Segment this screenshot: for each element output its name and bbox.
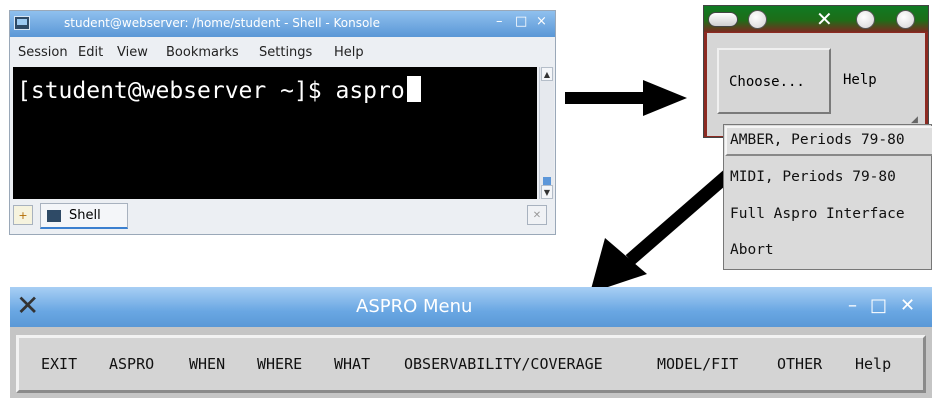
menu-settings[interactable]: Settings	[259, 45, 312, 60]
help-button[interactable]: Help	[835, 48, 915, 114]
aspro-titlebar[interactable]: ✕ ASPRO Menu – □ ✕	[10, 287, 932, 327]
konsole-menubar: Session Edit View Bookmarks Settings Hel…	[10, 38, 555, 66]
terminal-icon	[14, 16, 30, 30]
terminal-area[interactable]: [student@webserver ~]$ aspro	[13, 67, 537, 199]
dropdown-item-abort[interactable]: Abort	[730, 242, 774, 258]
dropdown-item-amber[interactable]: AMBER, Periods 79-80	[730, 132, 905, 148]
aspro-title: ASPRO Menu	[356, 296, 473, 317]
window-menu-icon[interactable]	[708, 12, 738, 27]
aspro-menubar: EXIT ASPRO WHEN WHERE WHAT OBSERVABILITY…	[16, 335, 926, 393]
menu-view[interactable]: View	[117, 45, 148, 60]
menu-observability-coverage[interactable]: OBSERVABILITY/COVERAGE	[404, 355, 603, 373]
new-tab-icon[interactable]: +	[13, 205, 33, 225]
maximize-icon[interactable]: □	[870, 295, 887, 316]
minimize-icon[interactable]: –	[496, 14, 503, 29]
shade-icon[interactable]	[748, 10, 767, 29]
konsole-tabbar: + Shell ✕	[10, 201, 555, 234]
konsole-window: student@webserver: /home/student - Shell…	[9, 10, 556, 235]
menu-where[interactable]: WHERE	[257, 355, 302, 373]
menu-session[interactable]: Session	[18, 45, 68, 60]
shell-prompt: [student@webserver ~]$ aspro	[17, 78, 405, 104]
menu-when[interactable]: WHEN	[189, 355, 225, 373]
minimize-icon[interactable]	[856, 10, 875, 29]
menu-edit[interactable]: Edit	[78, 45, 103, 60]
aspro-menu-window: ✕ ASPRO Menu – □ ✕ EXIT ASPRO WHEN WHERE…	[10, 287, 932, 398]
menu-help[interactable]: Help	[855, 355, 891, 373]
close-icon[interactable]: ✕	[816, 9, 833, 29]
menu-aspro[interactable]: ASPRO	[109, 355, 154, 373]
menu-exit[interactable]: EXIT	[41, 355, 77, 373]
minimize-icon[interactable]: –	[848, 295, 857, 316]
terminal-icon	[47, 210, 61, 222]
scroll-down-icon[interactable]: ▼	[541, 185, 553, 199]
menu-bookmarks[interactable]: Bookmarks	[166, 45, 239, 60]
choose-button[interactable]: Choose...	[717, 48, 831, 114]
arrow-right-icon	[565, 80, 687, 116]
choose-dropdown-menu: AMBER, Periods 79-80 MIDI, Periods 79-80…	[723, 124, 932, 270]
menu-other[interactable]: OTHER	[777, 355, 822, 373]
close-tab-icon[interactable]: ✕	[527, 205, 547, 225]
help-label: Help	[843, 72, 877, 88]
aspro-chooser-window: ✕ Choose... Help ◢	[703, 5, 929, 138]
menu-model-fit[interactable]: MODEL/FIT	[657, 355, 738, 373]
maximize-icon[interactable]	[896, 10, 915, 29]
dropdown-item-full-interface[interactable]: Full Aspro Interface	[730, 206, 905, 222]
scrollbar-thumb[interactable]	[543, 177, 551, 185]
maximize-icon[interactable]: □	[515, 14, 527, 29]
close-icon[interactable]: ×	[536, 14, 547, 29]
dropdown-item-midi[interactable]: MIDI, Periods 79-80	[730, 169, 896, 185]
konsole-titlebar[interactable]: student@webserver: /home/student - Shell…	[10, 11, 555, 37]
chooser-body: Choose... Help ◢	[707, 33, 925, 136]
menu-what[interactable]: WHAT	[334, 355, 370, 373]
konsole-title: student@webserver: /home/student - Shell…	[64, 16, 381, 30]
choose-label: Choose...	[729, 74, 805, 90]
terminal-scrollbar[interactable]: ▲ ▼	[539, 67, 554, 199]
close-icon[interactable]: ✕	[900, 295, 915, 316]
x-logo-icon: ✕	[16, 289, 40, 322]
tab-label: Shell	[69, 208, 101, 223]
tab-shell[interactable]: Shell	[40, 203, 128, 229]
scroll-up-icon[interactable]: ▲	[541, 67, 553, 81]
text-cursor	[406, 76, 421, 102]
menu-help[interactable]: Help	[334, 45, 364, 60]
chooser-titlebar[interactable]: ✕	[704, 6, 928, 32]
